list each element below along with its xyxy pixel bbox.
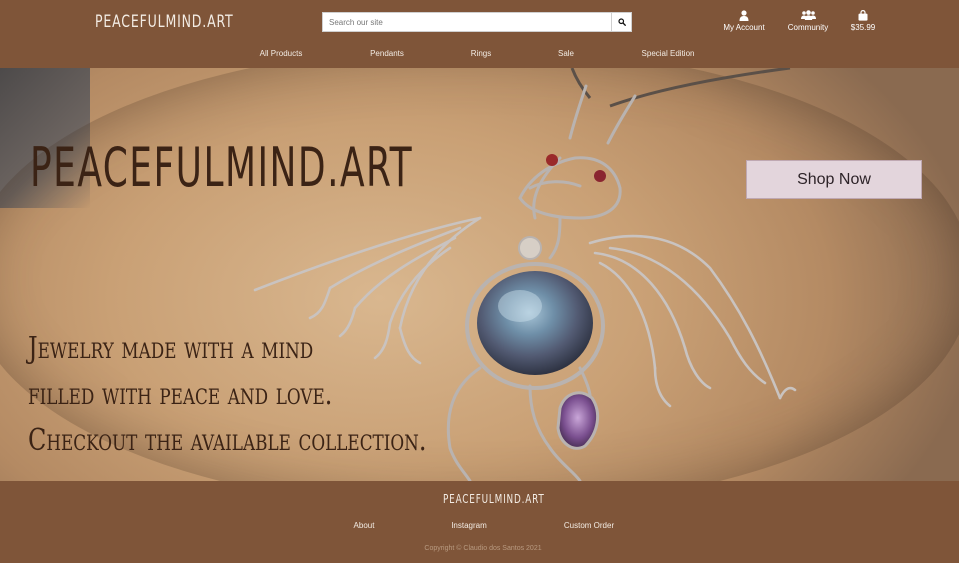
tagline-line-2: filled with peace and love. bbox=[28, 377, 333, 412]
tagline-line-3: Checkout the available collection. bbox=[28, 423, 427, 458]
brand-logo[interactable]: PEACEFULMIND.ART bbox=[95, 12, 233, 32]
bag-total: $35.99 bbox=[850, 23, 876, 32]
nav-all-products[interactable]: All Products bbox=[260, 49, 303, 58]
user-icon bbox=[739, 9, 749, 21]
nav-sale[interactable]: Sale bbox=[558, 49, 574, 58]
copyright-text: Copyright © Claudio dos Santos 2021 bbox=[424, 545, 542, 552]
hero-banner: PEACEFULMIND.ART Jewelry made with a min… bbox=[0, 68, 959, 481]
site-header: PEACEFULMIND.ART My Account bbox=[0, 0, 959, 68]
community-link[interactable]: Community bbox=[786, 9, 830, 32]
site-footer: PEACEFULMIND.ART About Instagram Custom … bbox=[0, 481, 959, 563]
search-icon bbox=[617, 18, 626, 26]
search-input[interactable] bbox=[322, 12, 611, 32]
main-nav: All Products Pendants Rings Sale Special… bbox=[0, 49, 959, 61]
search-bar bbox=[322, 12, 632, 32]
my-account-label: My Account bbox=[723, 23, 765, 32]
hero-tagline: Jewelry made with a mind filled with pea… bbox=[28, 326, 427, 464]
users-icon bbox=[800, 10, 816, 20]
search-button[interactable] bbox=[611, 12, 632, 32]
footer-link-custom-order[interactable]: Custom Order bbox=[564, 521, 614, 530]
footer-link-instagram[interactable]: Instagram bbox=[451, 521, 487, 530]
shop-now-button[interactable]: Shop Now bbox=[746, 160, 922, 199]
nav-pendants[interactable]: Pendants bbox=[370, 49, 404, 58]
my-account-link[interactable]: My Account bbox=[722, 9, 766, 32]
tagline-line-1: Jewelry made with a mind bbox=[28, 331, 314, 366]
footer-link-about[interactable]: About bbox=[354, 521, 375, 530]
community-label: Community bbox=[787, 23, 829, 32]
nav-special-edition[interactable]: Special Edition bbox=[642, 49, 695, 58]
hero-title: PEACEFULMIND.ART bbox=[30, 136, 414, 199]
shopping-bag-icon bbox=[858, 9, 868, 21]
nav-rings[interactable]: Rings bbox=[471, 49, 491, 58]
shopping-bag-link[interactable]: $35.99 bbox=[848, 9, 878, 32]
footer-brand: PEACEFULMIND.ART bbox=[443, 492, 545, 506]
